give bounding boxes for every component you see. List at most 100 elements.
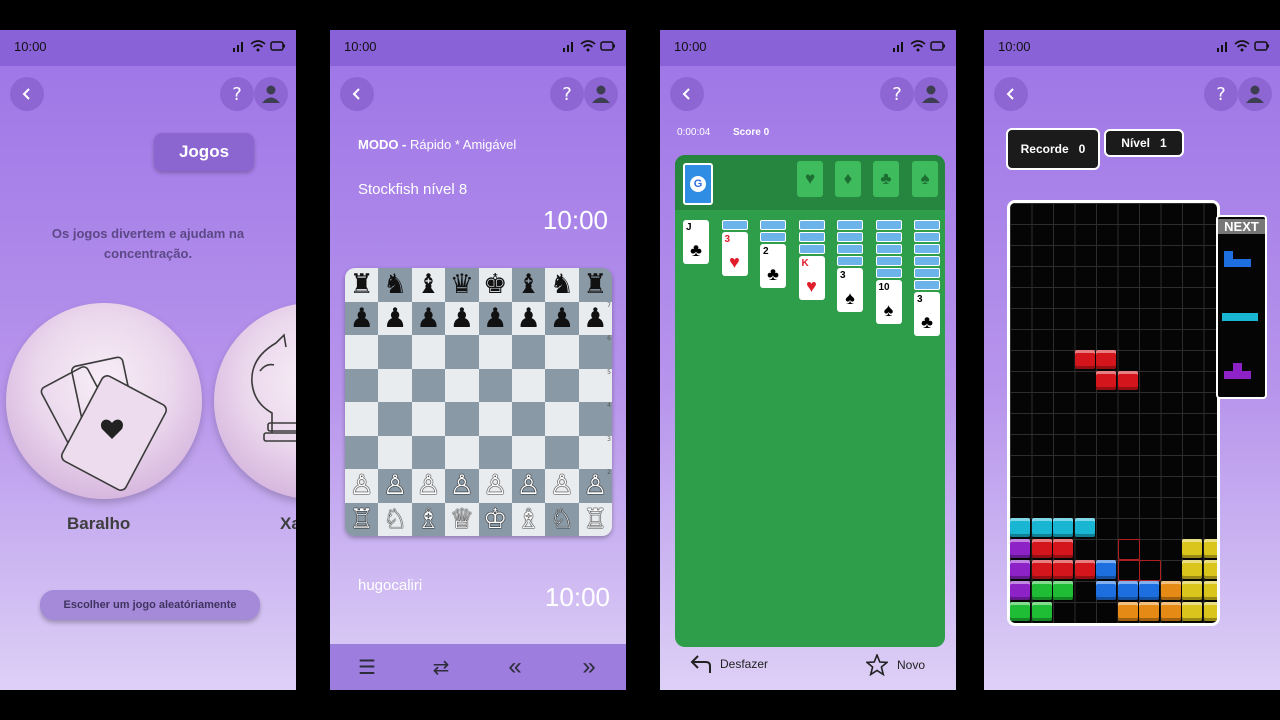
chess-square[interactable]: ♘ xyxy=(378,502,412,536)
face-up-card[interactable]: J ♣ xyxy=(683,220,709,264)
chess-square[interactable] xyxy=(545,368,579,402)
profile-button[interactable] xyxy=(1238,77,1272,111)
chess-square[interactable]: 6 xyxy=(578,335,612,369)
chess-square[interactable]: ♗ xyxy=(511,502,546,536)
face-up-card[interactable]: 3 ♣ xyxy=(914,292,940,336)
chess-square[interactable]: ♕ xyxy=(445,502,479,536)
chess-square[interactable] xyxy=(345,402,379,436)
tableau-pile[interactable]: 10 ♠ xyxy=(875,220,902,324)
tableau-pile[interactable]: 3 ♣ xyxy=(914,220,940,336)
chess-square[interactable] xyxy=(378,335,412,369)
face-up-card[interactable]: 2 ♣ xyxy=(760,244,786,288)
chess-square[interactable]: ♙ xyxy=(445,469,479,503)
chess-square[interactable] xyxy=(411,335,446,369)
chess-square[interactable] xyxy=(445,335,479,369)
chess-board[interactable]: ♜ ♞ ♝ ♛ ♚ ♝ ♞ ♜ ♟ ♟ ♟ ♟ ♟ ♟ ♟ 7 ♟ 6 5 4 3 ♙ ♙ ♙ ♙ ♙ ♙ ♙ 2 ♙ ♖ ♘ ♗ ♕ ♔ ♗ ♘ ♖ xyxy=(345,268,612,536)
chess-square[interactable] xyxy=(378,402,412,436)
chess-square[interactable] xyxy=(445,402,479,436)
chess-square[interactable]: ♙ xyxy=(478,469,512,503)
stock-pile[interactable]: G xyxy=(683,163,713,205)
chess-square[interactable] xyxy=(345,368,379,402)
tableau-pile[interactable]: 3 ♥ xyxy=(721,220,748,276)
chess-square[interactable] xyxy=(411,368,446,402)
help-button[interactable]: ? xyxy=(880,77,914,111)
chess-square[interactable] xyxy=(545,435,579,469)
chess-square[interactable]: ♜ xyxy=(578,268,612,302)
back-button[interactable] xyxy=(10,77,44,111)
back-button[interactable] xyxy=(994,77,1028,111)
face-up-card[interactable]: 3 ♠ xyxy=(837,268,863,312)
chess-square[interactable]: ♟ xyxy=(511,301,546,335)
chess-square[interactable]: ♘ xyxy=(545,502,579,536)
chess-square[interactable]: ♟ xyxy=(378,301,412,335)
chess-square[interactable]: 2 ♙ xyxy=(578,469,612,503)
chess-square[interactable] xyxy=(511,335,546,369)
chess-square[interactable] xyxy=(345,335,379,369)
help-button[interactable]: ? xyxy=(1204,77,1238,111)
chess-square[interactable]: ♛ xyxy=(445,268,479,302)
foundation-clubs[interactable]: ♣ xyxy=(873,161,899,197)
chess-square[interactable]: ♙ xyxy=(345,469,379,503)
profile-button[interactable] xyxy=(914,77,948,111)
game-card-baralho[interactable] xyxy=(6,303,202,499)
chess-square[interactable]: ♝ xyxy=(411,268,446,302)
menu-icon[interactable]: ☰ xyxy=(347,652,387,682)
face-up-card[interactable]: 3 ♥ xyxy=(721,232,748,276)
chess-square[interactable]: ♙ xyxy=(378,469,412,503)
chess-square[interactable] xyxy=(545,402,579,436)
chess-square[interactable] xyxy=(478,335,512,369)
chess-square[interactable]: ♝ xyxy=(511,268,546,302)
tetris-playfield[interactable] xyxy=(1007,200,1220,626)
chess-square[interactable]: ♚ xyxy=(478,268,512,302)
chess-square[interactable]: ♟ xyxy=(478,301,512,335)
chess-square[interactable]: 5 xyxy=(578,368,612,402)
chess-square[interactable]: ♔ xyxy=(478,502,512,536)
chess-square[interactable] xyxy=(345,435,379,469)
chess-square[interactable] xyxy=(478,402,512,436)
chess-square[interactable]: ♗ xyxy=(411,502,446,536)
chess-square[interactable] xyxy=(378,368,412,402)
chess-square[interactable]: ♙ xyxy=(545,469,579,503)
chess-square[interactable]: ♙ xyxy=(511,469,546,503)
chess-square[interactable]: ♖ xyxy=(578,502,612,536)
chess-square[interactable] xyxy=(478,368,512,402)
chess-square[interactable]: 7 ♟ xyxy=(578,301,612,335)
game-card-xadrez[interactable] xyxy=(214,303,296,499)
chess-square[interactable]: 4 xyxy=(578,402,612,436)
tableau-pile[interactable]: J ♣ xyxy=(683,220,709,264)
chess-square[interactable]: ♟ xyxy=(345,301,379,335)
chess-square[interactable] xyxy=(511,435,546,469)
chess-square[interactable] xyxy=(445,435,479,469)
chess-square[interactable] xyxy=(445,368,479,402)
tableau-pile[interactable]: K ♥ xyxy=(798,220,825,300)
rewind-icon[interactable]: « xyxy=(495,652,535,682)
flip-board-icon[interactable]: ⇄ xyxy=(421,652,461,682)
face-up-card[interactable]: 10 ♠ xyxy=(875,280,902,324)
chess-square[interactable] xyxy=(478,435,512,469)
random-game-button[interactable]: Escolher um jogo aleatóriamente xyxy=(40,590,260,620)
fast-forward-icon[interactable]: » xyxy=(569,652,609,682)
tableau-pile[interactable]: 3 ♠ xyxy=(837,220,863,312)
foundation-hearts[interactable]: ♥ xyxy=(797,161,823,197)
chess-square[interactable] xyxy=(511,402,546,436)
chess-square[interactable]: ♟ xyxy=(445,301,479,335)
help-button[interactable]: ? xyxy=(550,77,584,111)
tableau-pile[interactable]: 2 ♣ xyxy=(760,220,786,288)
chess-square[interactable] xyxy=(411,402,446,436)
chess-square[interactable]: ♞ xyxy=(545,268,579,302)
chess-square[interactable]: ♟ xyxy=(411,301,446,335)
help-button[interactable]: ? xyxy=(220,77,254,111)
back-button[interactable] xyxy=(340,77,374,111)
chess-square[interactable] xyxy=(378,435,412,469)
profile-button[interactable] xyxy=(254,77,288,111)
chess-square[interactable]: ♟ xyxy=(545,301,579,335)
back-button[interactable] xyxy=(670,77,704,111)
chess-square[interactable]: ♙ xyxy=(411,469,446,503)
new-game-button[interactable]: Novo xyxy=(866,654,925,676)
chess-square[interactable]: ♞ xyxy=(378,268,412,302)
chess-square[interactable]: ♖ xyxy=(345,502,379,536)
face-up-card[interactable]: K ♥ xyxy=(798,256,825,300)
chess-square[interactable] xyxy=(411,435,446,469)
chess-square[interactable] xyxy=(545,335,579,369)
profile-button[interactable] xyxy=(584,77,618,111)
